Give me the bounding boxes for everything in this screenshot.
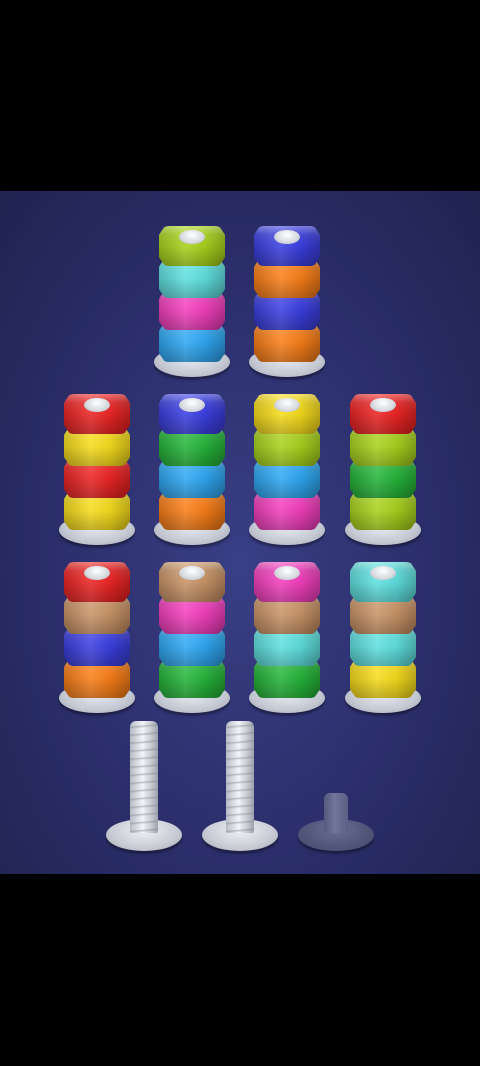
locked-bolt-slot[interactable]	[296, 711, 376, 851]
empty-bolt-1[interactable]	[104, 711, 184, 851]
empty-bolt-2[interactable]	[200, 711, 280, 851]
peg-r2-c3[interactable]	[247, 375, 327, 545]
peg-cap	[274, 230, 300, 244]
peg-r1-c1[interactable]	[152, 207, 232, 377]
bolt-shaft	[226, 721, 254, 833]
peg-r1-c2[interactable]	[247, 207, 327, 377]
peg-r3-c4[interactable]	[343, 543, 423, 713]
peg-cap	[370, 566, 396, 580]
peg-cap	[370, 398, 396, 412]
peg-r3-c2[interactable]	[152, 543, 232, 713]
game-board	[0, 191, 480, 874]
peg-cap	[179, 566, 205, 580]
bolt-shaft	[130, 721, 158, 833]
peg-cap	[274, 566, 300, 580]
peg-r2-c1[interactable]	[57, 375, 137, 545]
peg-cap	[179, 398, 205, 412]
peg-r3-c3[interactable]	[247, 543, 327, 713]
peg-r2-c4[interactable]	[343, 375, 423, 545]
peg-cap	[84, 398, 110, 412]
peg-r2-c2[interactable]	[152, 375, 232, 545]
peg-cap	[179, 230, 205, 244]
bolt-stub	[324, 793, 348, 833]
peg-cap	[274, 398, 300, 412]
peg-cap	[84, 566, 110, 580]
peg-r3-c1[interactable]	[57, 543, 137, 713]
